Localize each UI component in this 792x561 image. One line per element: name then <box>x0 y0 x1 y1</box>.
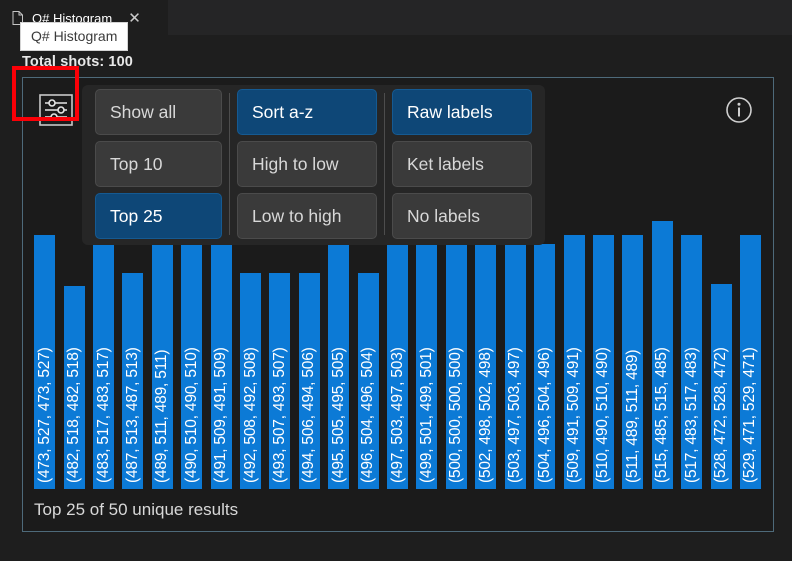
editor-tab-bar: Q# Histogram ✕ Q# Histogram <box>0 0 792 51</box>
button-top-10[interactable]: Top 10 <box>95 141 222 187</box>
button-high-to-low[interactable]: High to low <box>237 141 377 187</box>
histogram-bar[interactable] <box>122 273 144 489</box>
histogram-bar[interactable] <box>357 273 379 489</box>
info-circle-icon[interactable] <box>725 96 753 124</box>
bar-slot[interactable]: (473, 527, 473, 527) <box>30 79 59 489</box>
histogram-bar[interactable] <box>504 244 526 489</box>
tab-tooltip: Q# Histogram <box>20 22 129 51</box>
histogram-bar[interactable] <box>93 235 115 489</box>
button-low-to-high[interactable]: Low to high <box>237 193 377 239</box>
histogram-bar[interactable] <box>681 235 703 489</box>
button-group-count-filter: Show all Top 10 Top 25 <box>88 89 229 239</box>
sliders-settings-icon[interactable] <box>33 88 79 132</box>
histogram-view: Total shots: 100 (473, 527, 473, 527) (48… <box>0 35 792 561</box>
histogram-bar[interactable] <box>328 235 350 489</box>
close-icon[interactable]: ✕ <box>128 11 141 26</box>
button-group-sort-order: Sort a-z High to low Low to high <box>230 89 384 239</box>
histogram-bar[interactable] <box>387 244 409 489</box>
histogram-bar[interactable] <box>210 244 232 489</box>
histogram-bar[interactable] <box>739 235 761 489</box>
bar-slot[interactable]: (517, 483, 517, 483) <box>677 79 706 489</box>
chart-summary: Top 25 of 50 unique results <box>34 500 239 519</box>
histogram-bar[interactable] <box>34 235 56 489</box>
button-no-labels[interactable]: No labels <box>392 193 532 239</box>
histogram-bar[interactable] <box>181 235 203 489</box>
histogram-bar[interactable] <box>534 244 556 489</box>
histogram-bar[interactable] <box>563 235 585 489</box>
bar-slot[interactable]: (529, 471, 529, 471) <box>736 79 765 489</box>
bar-slot[interactable]: (510, 490, 510, 490) <box>589 79 618 489</box>
histogram-bar[interactable] <box>592 235 614 489</box>
histogram-bar[interactable] <box>269 273 291 489</box>
button-raw-labels[interactable]: Raw labels <box>392 89 532 135</box>
histogram-toolbar: Show all Top 10 Top 25 Sort a-z High to low L… <box>82 85 545 245</box>
button-ket-labels[interactable]: Ket labels <box>392 141 532 187</box>
button-group-label-style: Raw labels Ket labels No labels <box>385 89 539 239</box>
histogram-bar[interactable] <box>63 286 85 489</box>
histogram-bar[interactable] <box>240 273 262 489</box>
histogram-bar[interactable] <box>445 235 467 489</box>
histogram-bar[interactable] <box>298 273 320 489</box>
bar-slot[interactable]: (515, 485, 515, 485) <box>648 79 677 489</box>
histogram-panel: (473, 527, 473, 527) (482, 518, 482, 518)… <box>22 77 774 532</box>
bar-slot[interactable]: (528, 472, 528, 472) <box>706 79 735 489</box>
button-top-25[interactable]: Top 25 <box>95 193 222 239</box>
bar-slot[interactable]: (509, 491, 509, 491) <box>559 79 588 489</box>
histogram-bar[interactable] <box>710 284 732 489</box>
histogram-bar[interactable] <box>416 235 438 489</box>
histogram-bar[interactable] <box>622 235 644 489</box>
button-sort-a-z[interactable]: Sort a-z <box>237 89 377 135</box>
button-show-all[interactable]: Show all <box>95 89 222 135</box>
histogram-bar[interactable] <box>475 235 497 489</box>
bar-slot[interactable]: (511, 489, 511, 489) <box>618 79 647 489</box>
tab-bar-empty-area <box>168 0 792 35</box>
total-shots-label: Total shots: 100 <box>22 54 133 70</box>
histogram-bar[interactable] <box>651 221 673 489</box>
histogram-bar[interactable] <box>151 235 173 489</box>
